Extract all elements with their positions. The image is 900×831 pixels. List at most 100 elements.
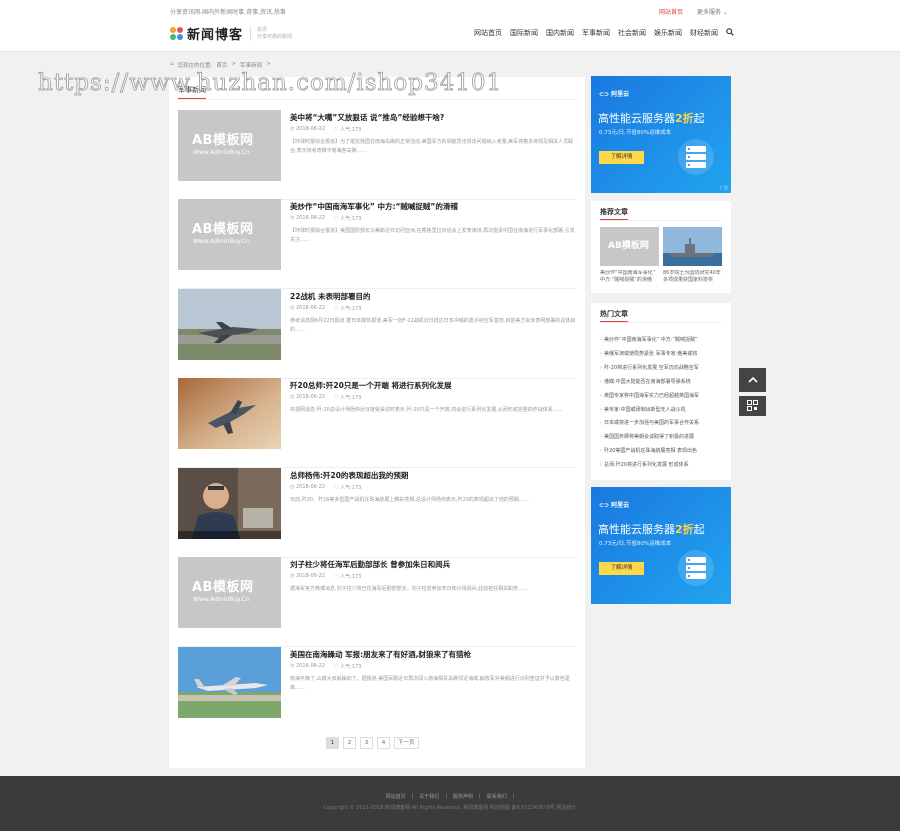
- footer-sep: |: [479, 793, 481, 799]
- clock-icon: ◷ 2018-06-22: [290, 573, 326, 579]
- hot-article-item[interactable]: 总师:歼20将进行系列化发展 形成体系: [600, 459, 722, 473]
- article-item[interactable]: 总师杨伟:歼20的表现超出我的预期 ◷ 2018-06-22 ♡ 人气:173 …: [178, 468, 576, 558]
- article-title[interactable]: 总师杨伟:歼20的表现超出我的预期: [290, 470, 408, 481]
- article-item[interactable]: AB模板网 Www.AdminBuy.Cn 美中将“大嘴”又放狠话 说“推岛”经…: [178, 110, 576, 200]
- recommend-thumbnail[interactable]: AB模板网: [600, 227, 659, 266]
- article-thumbnail[interactable]: [178, 468, 281, 539]
- nav-item-entertainment[interactable]: 娱乐新闻: [654, 28, 682, 38]
- footer-link-about[interactable]: 关于我们: [419, 793, 439, 800]
- article-thumbnail[interactable]: AB模板网 Www.AdminBuy.Cn: [178, 199, 281, 270]
- article-summary: 【环球时报综合报道】美国国防部长马蒂斯近日访问亚洲,在香格里拉对话会上发表演讲,…: [290, 228, 575, 243]
- article-summary: 南海平静了,山姆大叔就躁动了。据报道,美国军舰近日再次闯入南海相关岛礁邻近海域,…: [290, 676, 570, 691]
- article-views: 人气:173: [340, 574, 362, 580]
- page-2-button[interactable]: 2: [343, 737, 356, 749]
- hot-article-item[interactable]: 美俄军演或使局势紧张 军事专家:俄美或将: [600, 348, 722, 362]
- heart-icon: ♡ 人气:173: [334, 395, 362, 401]
- article-thumbnail[interactable]: [178, 289, 281, 360]
- hot-article-item[interactable]: 美专家:中国或研制出新型无人战斗机: [600, 404, 722, 418]
- article-thumbnail[interactable]: [178, 647, 281, 718]
- recommend-caption[interactable]: 美炒作“中国南海军事化” 中方:“贼喊捉贼”的滑稽: [600, 270, 659, 284]
- heart-icon: ♡ 人气:173: [334, 574, 362, 580]
- back-to-top-button[interactable]: [739, 368, 766, 392]
- hot-article-item[interactable]: 歼-20将进行系列化发展 空军迈向战略空军: [600, 362, 722, 376]
- footer-link-home[interactable]: 网站首页: [386, 793, 406, 800]
- placeholder-title: AB模板网: [192, 133, 254, 148]
- breadcrumb-home[interactable]: 首页: [216, 61, 227, 69]
- search-icon[interactable]: [726, 28, 734, 38]
- warship-image: [663, 227, 722, 266]
- article-summary: 日前,歼20、歼16等多型国产战机在珠海航展上精彩亮相,总设计师杨伟表示,歼20…: [290, 497, 529, 503]
- more-services-link[interactable]: 更多服务 ⌄: [697, 7, 728, 16]
- placeholder-url: Www.AdminBuy.Cn: [193, 238, 250, 245]
- page-4-button[interactable]: 4: [377, 737, 390, 749]
- article-summary: 据海军官方微博消息,刘子柱少将已任海军后勤部部长。刘子柱曾参加朱日和沙场阅兵,此…: [290, 586, 529, 592]
- article-views: 人气:173: [340, 216, 362, 222]
- qr-code-icon: [747, 400, 758, 411]
- article-meta: ◷ 2018-06-22 ♡ 人气:173: [290, 215, 361, 222]
- clock-icon: ◷ 2018-06-22: [290, 394, 326, 400]
- hot-article-item[interactable]: 英国专家称中国海军实力已经超越英国海军: [600, 390, 722, 404]
- hot-article-item[interactable]: 歼20等国产战机在珠海航展亮相 表现出色: [600, 445, 722, 459]
- breadcrumb-prefix: 您现在的位置:: [177, 63, 213, 69]
- ad-tag: 广告: [720, 185, 728, 190]
- article-title[interactable]: 美炒作“中国南海军事化” 中方:“贼喊捉贼”的滑稽: [290, 201, 458, 212]
- cloud-server-ad-top[interactable]: ⊂⊃ 阿里云 高性能云服务器2折起 0.73元/日,节省80%运维成本 了解详情…: [591, 76, 731, 193]
- article-thumbnail[interactable]: AB模板网 Www.AdminBuy.Cn: [178, 110, 281, 181]
- ad-title-highlight: 2折: [675, 523, 694, 536]
- site-slogan: 分享资讯网-国内外新闻时事,奇事,资讯,热事: [170, 9, 286, 16]
- hot-article-item[interactable]: 美炒作“中国南海军事化” 中方:“贼喊捉贼”: [600, 334, 722, 348]
- breadcrumb-current[interactable]: 军事新闻: [240, 61, 262, 69]
- nav-item-finance[interactable]: 财经新闻: [690, 28, 718, 38]
- article-title[interactable]: 歼20总师:歼20只是一个开端 将进行系列化发展: [290, 380, 451, 391]
- page-3-button[interactable]: 3: [360, 737, 373, 749]
- article-title[interactable]: 刘子柱少将任海军后勤部部长 曾参加朱日和阅兵: [290, 559, 450, 570]
- article-thumbnail[interactable]: AB模板网 Www.AdminBuy.Cn: [178, 557, 281, 628]
- nav-item-home[interactable]: 网站首页: [474, 28, 502, 38]
- cloud-server-ad-bottom[interactable]: ⊂⊃ 阿里云 高性能云服务器2折起 0.73元/日,节省80%运维成本 了解详情: [591, 487, 731, 604]
- article-views: 人气:173: [340, 485, 362, 491]
- recommend-caption[interactable]: 86岁院士为国防研究40年 多项成果获国家科技奖: [663, 270, 722, 284]
- home-link[interactable]: 网站首页: [659, 7, 683, 16]
- article-title[interactable]: 美国在南海躁动 军报:朋友来了有好酒,豺狼来了有猎枪: [290, 649, 471, 660]
- ad-learn-more-button[interactable]: 了解详情: [599, 151, 644, 164]
- breadcrumb-sep: >: [231, 61, 236, 67]
- hot-article-item[interactable]: 港媒:中国大陆能否在南海部署导弹系统: [600, 376, 722, 390]
- footer-link-contact[interactable]: 联系我们: [487, 793, 507, 800]
- site-logo[interactable]: 新闻博客 资讯 分享可靠的新闻: [170, 24, 292, 43]
- article-meta: ◷ 2018-06-22 ♡ 人气:173: [290, 484, 361, 491]
- clock-icon: ◷ 2018-06-22: [290, 215, 326, 221]
- hot-article-item[interactable]: 日本或将进一步加强与美国的军事合作关系: [600, 417, 722, 431]
- aliyun-logo: ⊂⊃ 阿里云: [599, 91, 630, 98]
- article-item[interactable]: 歼20总师:歼20只是一个开端 将进行系列化发展 ◷ 2018-06-22 ♡ …: [178, 378, 576, 468]
- qr-code-button[interactable]: [739, 396, 766, 416]
- article-date: 2018-06-22: [295, 663, 326, 669]
- hot-article-item[interactable]: 美国国务卿称美朝会谈取得了积极的进展: [600, 431, 722, 445]
- nav-item-military[interactable]: 军事新闻: [582, 28, 610, 38]
- recommend-widget: 推荐文章 AB模板网 美炒作“中国南海军事化” 中方:“贼喊捉贼”的滑稽 86岁…: [591, 201, 731, 293]
- recommend-thumbnail[interactable]: [663, 227, 722, 266]
- page-1-button[interactable]: 1: [326, 737, 339, 749]
- article-item[interactable]: 美国在南海躁动 军报:朋友来了有好酒,豺狼来了有猎枪 ◷ 2018-06-22 …: [178, 647, 576, 737]
- article-item[interactable]: AB模板网 Www.AdminBuy.Cn 美炒作“中国南海军事化” 中方:“贼…: [178, 199, 576, 289]
- ad-title-post: 起: [693, 523, 705, 536]
- ad-learn-more-button[interactable]: 了解详情: [599, 562, 644, 575]
- nav-item-society[interactable]: 社会新闻: [618, 28, 646, 38]
- article-title[interactable]: 22战机 未表明部署目的: [290, 291, 371, 302]
- article-item[interactable]: 22战机 未表明部署目的 ◷ 2018-06-22 ♡ 人气:173 参考消息网…: [178, 289, 576, 379]
- footer-sep: |: [411, 793, 414, 799]
- nav-item-domestic[interactable]: 国内新闻: [546, 28, 574, 38]
- article-thumbnail[interactable]: [178, 378, 281, 449]
- heart-icon: ♡ 人气:173: [334, 664, 362, 670]
- article-views: 人气:173: [340, 306, 362, 312]
- next-page-button[interactable]: 下一页: [394, 737, 419, 749]
- footer-link-terms[interactable]: 服务声明: [453, 793, 473, 800]
- article-summary: 【环球时报综合报道】为了抵抗我国在南海岛礁的正常活动,美国军方的领航员也将该问题…: [290, 139, 574, 154]
- article-item[interactable]: AB模板网 Www.AdminBuy.Cn 刘子柱少将任海军后勤部部长 曾参加朱…: [178, 557, 576, 647]
- article-summary: 参考消息网6月22日报道 据日本媒体报道,美军一批F-22战机近日抵达日本冲绳的…: [290, 318, 576, 333]
- ad-title-pre: 高性能云服务器: [598, 523, 675, 536]
- nav-item-international[interactable]: 国际新闻: [510, 28, 538, 38]
- logo-sub-line-2: 分享可靠的新闻: [257, 33, 293, 40]
- ad-subtitle: 0.73元/日,节省80%运维成本: [599, 541, 672, 547]
- article-date: 2018-06-22: [295, 394, 326, 400]
- article-title[interactable]: 美中将“大嘴”又放狠话 说“推岛”经验想干啥?: [290, 112, 444, 123]
